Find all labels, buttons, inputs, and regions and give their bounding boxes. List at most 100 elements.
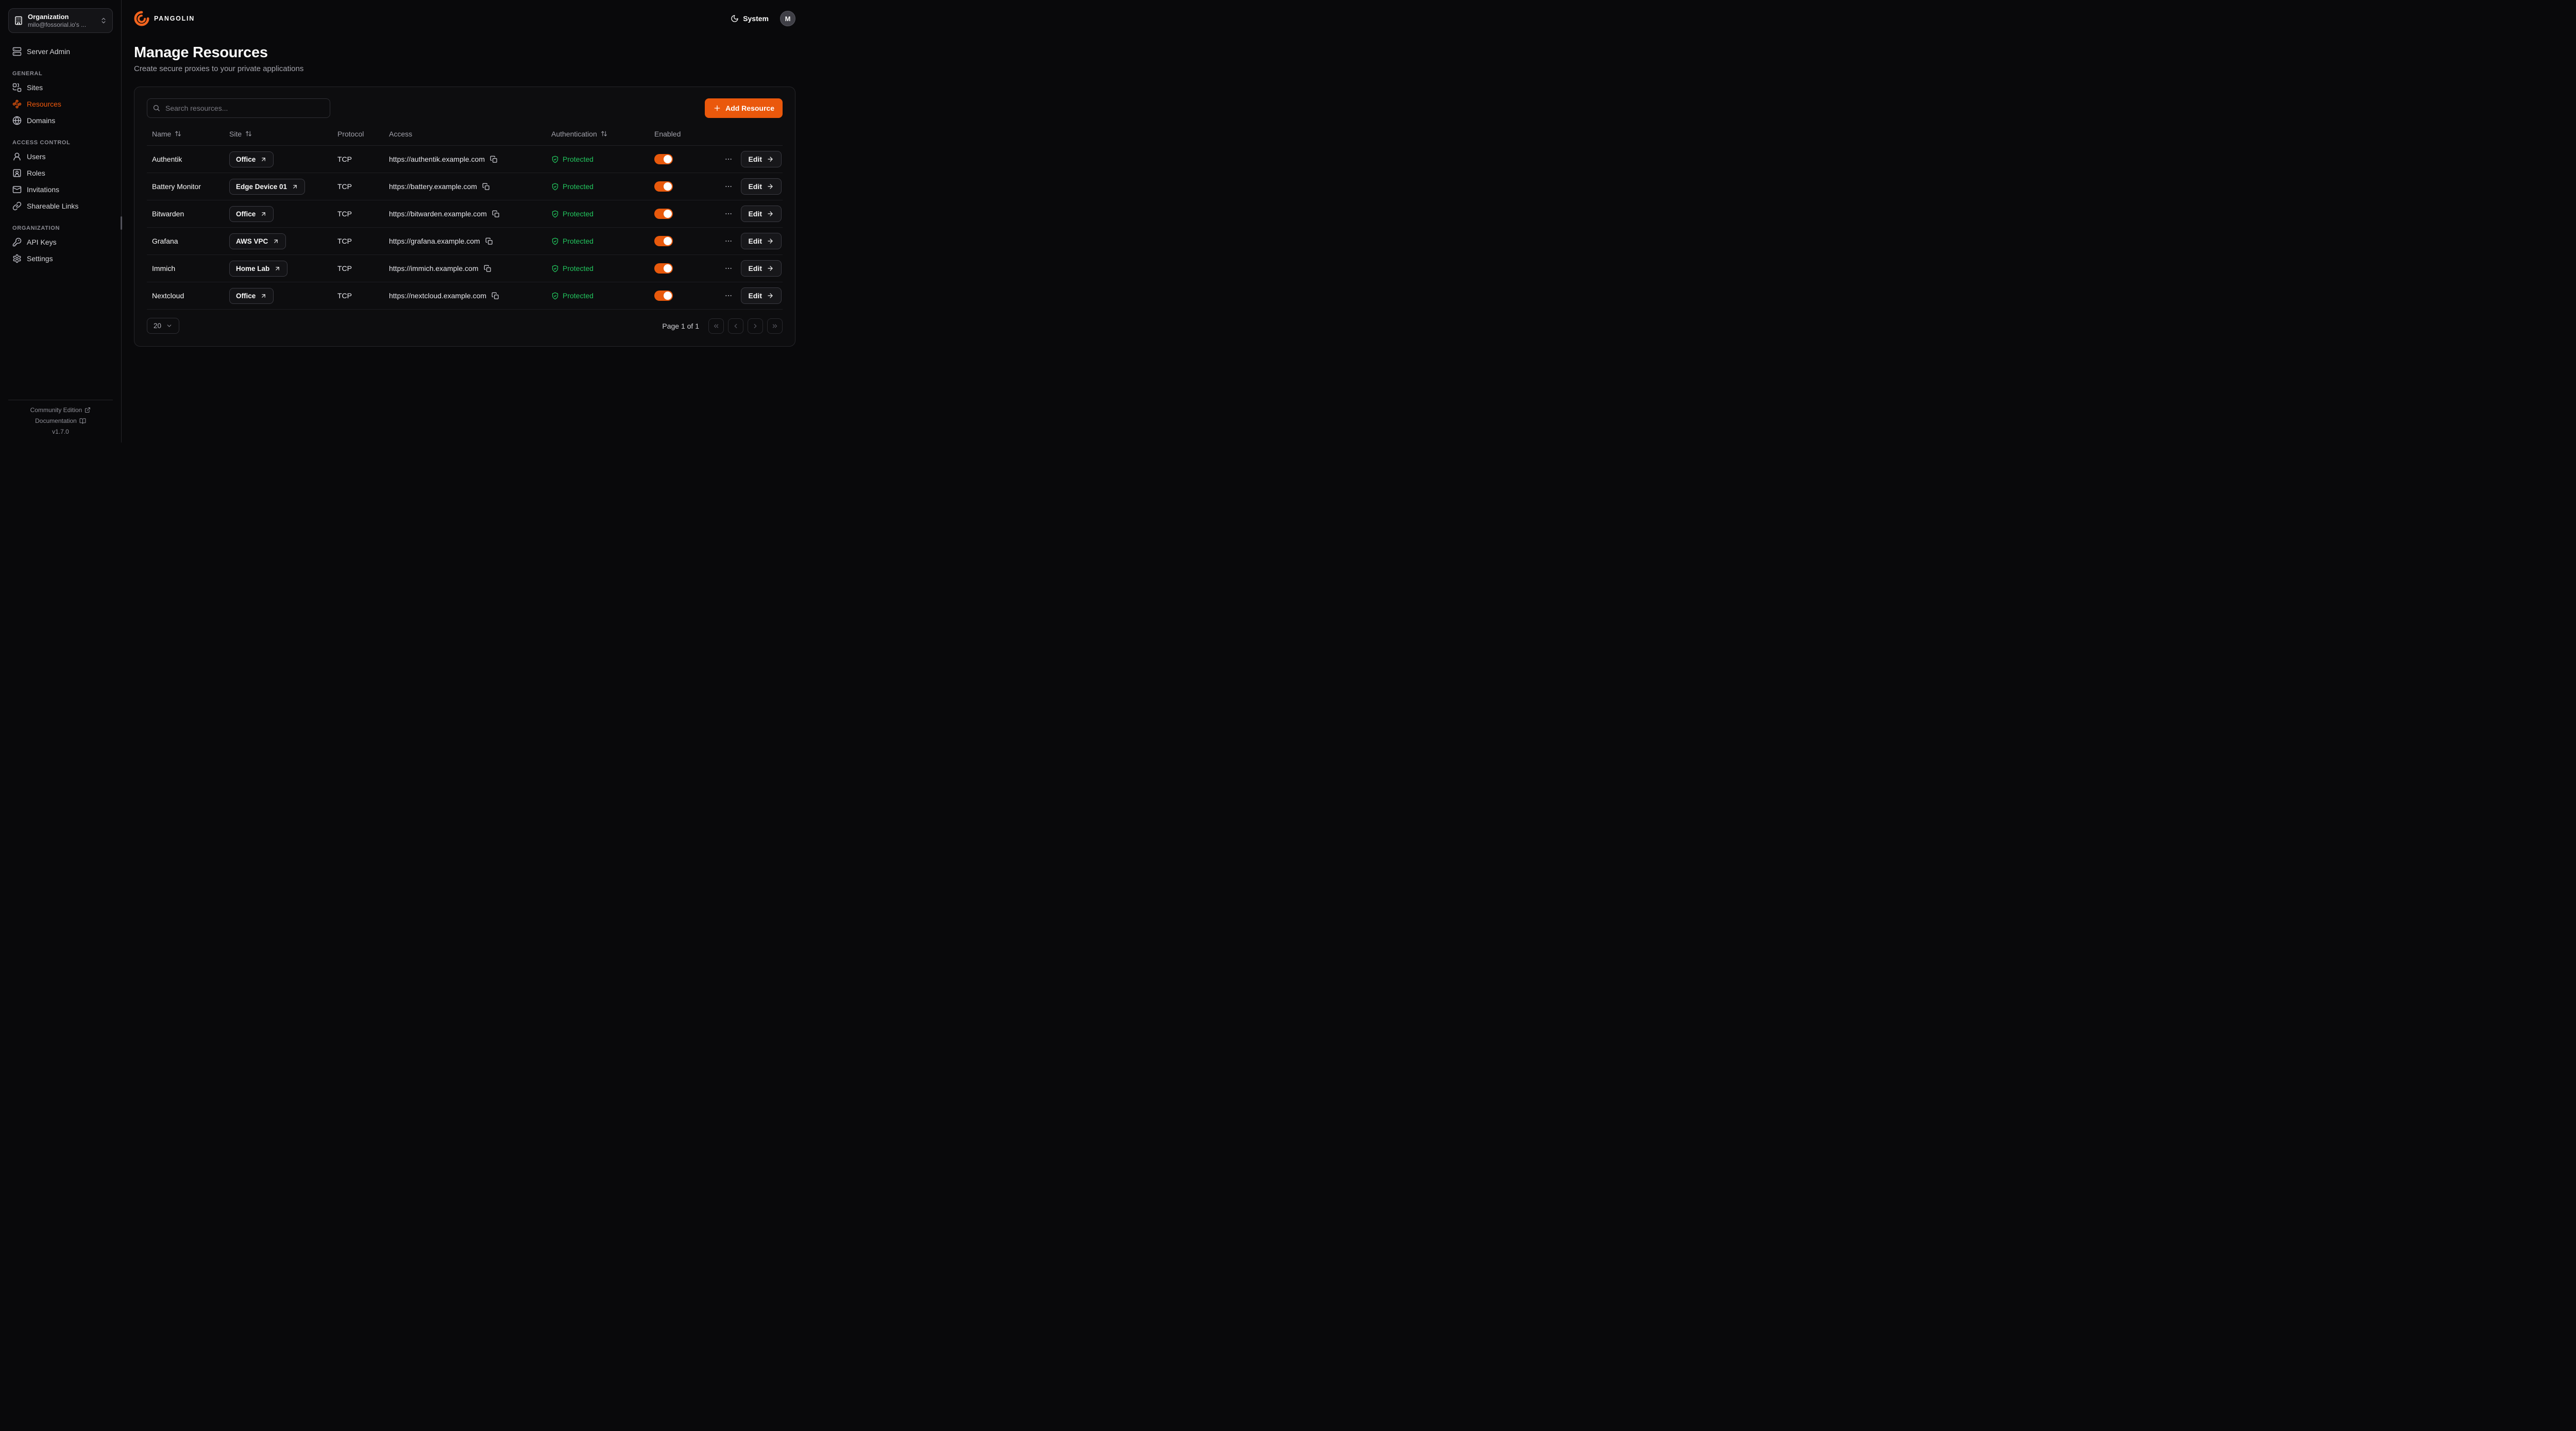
table-header: Name Site Protocol Access Authentication… [147, 122, 783, 146]
edit-button[interactable]: Edit [741, 178, 782, 195]
pagination-next-button[interactable] [748, 318, 763, 334]
row-menu-button[interactable] [722, 180, 735, 193]
sidebar-item-users[interactable]: Users [8, 148, 113, 165]
row-actions: Edit [717, 260, 783, 277]
access-url: https://nextcloud.example.com [389, 292, 486, 300]
chevron-down-icon [166, 322, 173, 329]
edit-button[interactable]: Edit [741, 151, 782, 167]
toggle-knob [664, 155, 672, 163]
auth-status-badge: Protected [551, 292, 594, 300]
link-icon [12, 201, 22, 211]
user-avatar[interactable]: M [780, 11, 795, 26]
sidebar-item-label: Invitations [27, 185, 59, 194]
sidebar-item-invitations[interactable]: Invitations [8, 181, 113, 198]
enabled-cell [649, 263, 717, 274]
search-input[interactable] [147, 98, 330, 118]
protocol: TCP [332, 155, 384, 163]
site-link-button[interactable]: Office [229, 288, 274, 304]
copy-icon [490, 156, 498, 163]
page-info: Page 1 of 1 [662, 322, 699, 330]
table-footer: 20 Page 1 of 1 [147, 318, 783, 334]
copy-url-button[interactable] [480, 181, 492, 193]
arrow-up-right-icon [260, 211, 267, 217]
site-name: Office [236, 292, 256, 300]
shield-check-icon [551, 237, 559, 245]
pagination-last-button[interactable] [767, 318, 783, 334]
edit-button[interactable]: Edit [741, 233, 782, 249]
site-link-button[interactable]: Office [229, 206, 274, 222]
row-actions: Edit [717, 151, 783, 167]
header-authentication[interactable]: Authentication [546, 130, 649, 138]
sidebar-item-label: Users [27, 152, 46, 161]
access-cell: https://nextcloud.example.com [384, 290, 546, 302]
edit-button[interactable]: Edit [741, 287, 782, 304]
copy-url-button[interactable] [490, 208, 502, 220]
pagination-first-button[interactable] [708, 318, 724, 334]
ellipsis-icon [724, 264, 733, 272]
enabled-toggle[interactable] [654, 263, 673, 274]
table-row: Grafana AWS VPC TCP https://grafana.exam… [147, 228, 783, 255]
enabled-toggle[interactable] [654, 181, 673, 192]
theme-switcher-button[interactable]: System [731, 14, 769, 23]
edit-label: Edit [749, 155, 762, 163]
copy-url-button[interactable] [483, 235, 495, 247]
site-link-button[interactable]: Edge Device 01 [229, 179, 305, 195]
community-edition-link[interactable]: Community Edition [30, 406, 91, 414]
page-head: Manage Resources Create secure proxies t… [122, 37, 808, 73]
org-selector[interactable]: Organization milo@fossorial.io's ... [8, 8, 113, 33]
edit-button[interactable]: Edit [741, 206, 782, 222]
header-name[interactable]: Name [147, 130, 224, 138]
edit-button[interactable]: Edit [741, 260, 782, 277]
sidebar-item-label: Resources [27, 100, 61, 108]
site-link-button[interactable]: Home Lab [229, 261, 287, 277]
row-menu-button[interactable] [722, 289, 735, 302]
book-icon [79, 418, 86, 424]
sidebar-item-api-keys[interactable]: API Keys [8, 234, 113, 250]
enabled-toggle[interactable] [654, 154, 673, 164]
auth-status-badge: Protected [551, 237, 594, 245]
sidebar-item-roles[interactable]: Roles [8, 165, 113, 181]
org-selector-value: milo@fossorial.io's ... [28, 21, 95, 28]
sidebar-item-shareable-links[interactable]: Shareable Links [8, 198, 113, 214]
pagination-prev-button[interactable] [728, 318, 743, 334]
access-url: https://authentik.example.com [389, 155, 485, 163]
sidebar-item-resources[interactable]: Resources [8, 96, 113, 112]
copy-url-button[interactable] [488, 154, 500, 165]
copy-url-button[interactable] [489, 290, 501, 302]
row-menu-button[interactable] [722, 235, 735, 247]
brand: PANGOLIN [134, 11, 195, 26]
enabled-cell [649, 154, 717, 164]
add-resource-label: Add Resource [725, 104, 774, 112]
toggle-knob [664, 292, 672, 300]
page-size-select[interactable]: 20 [147, 318, 179, 334]
row-menu-button[interactable] [722, 153, 735, 165]
site-name: Office [236, 210, 256, 218]
row-menu-button[interactable] [722, 262, 735, 275]
shield-check-icon [551, 156, 559, 163]
enabled-toggle[interactable] [654, 291, 673, 301]
documentation-link[interactable]: Documentation [35, 417, 86, 424]
header-enabled: Enabled [649, 130, 772, 138]
arrow-right-icon [767, 292, 774, 299]
site-cell: Edge Device 01 [224, 179, 332, 195]
site-cell: AWS VPC [224, 233, 332, 249]
arrow-up-right-icon [260, 156, 267, 163]
toggle-knob [664, 182, 672, 191]
sidebar-item-settings[interactable]: Settings [8, 250, 113, 267]
header-site[interactable]: Site [224, 130, 332, 138]
site-link-button[interactable]: Office [229, 151, 274, 167]
enabled-toggle[interactable] [654, 209, 673, 219]
sidebar-item-sites[interactable]: Sites [8, 79, 113, 96]
arrow-right-icon [767, 265, 774, 272]
sidebar-resize-handle[interactable] [121, 216, 122, 230]
copy-url-button[interactable] [482, 263, 494, 275]
resource-name: Grafana [147, 237, 224, 245]
row-menu-button[interactable] [722, 208, 735, 220]
sidebar-item-domains[interactable]: Domains [8, 112, 113, 129]
sidebar-item-server-admin[interactable]: Server Admin [8, 43, 113, 60]
add-resource-button[interactable]: Add Resource [705, 98, 783, 118]
access-cell: https://authentik.example.com [384, 154, 546, 165]
site-link-button[interactable]: AWS VPC [229, 233, 286, 249]
table-row: Bitwarden Office TCP https://bitwarden.e… [147, 200, 783, 228]
enabled-toggle[interactable] [654, 236, 673, 246]
